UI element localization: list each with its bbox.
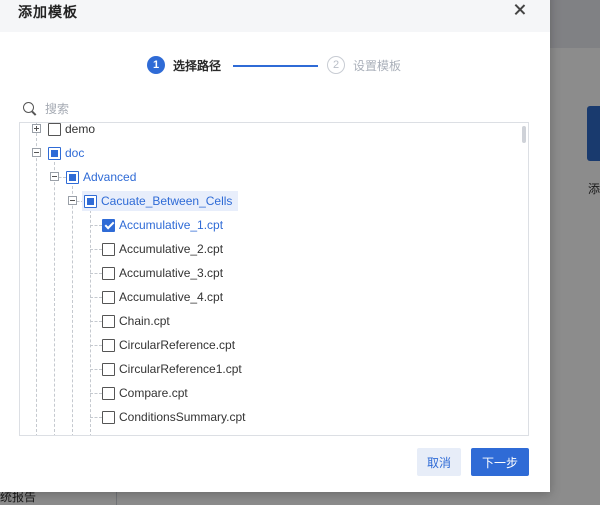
tree-guide: [72, 181, 73, 435]
step-set-template: 2 设置模板: [327, 55, 401, 75]
tree-node-label: CircularReference1.cpt: [119, 362, 242, 376]
step-select-path: 1 选择路径: [147, 55, 221, 75]
tree-node-label: CircularReference.cpt: [119, 338, 236, 352]
tree-guide: [90, 345, 102, 346]
step-label-1: 选择路径: [173, 58, 222, 73]
close-icon[interactable]: [512, 2, 528, 18]
checkbox[interactable]: [102, 314, 115, 328]
checkbox[interactable]: [102, 338, 115, 352]
tree-guide: [54, 157, 55, 435]
tree-node-file[interactable]: Compare.cpt: [102, 383, 188, 403]
checkbox[interactable]: [102, 362, 115, 376]
search-icon: [23, 102, 37, 116]
tree-guide: [90, 225, 102, 226]
checkbox[interactable]: [66, 170, 79, 184]
tree-node-label: Advanced: [83, 170, 137, 184]
checkbox[interactable]: [48, 146, 61, 160]
tree-node-demo[interactable]: demo: [48, 122, 96, 139]
collapse-toggle-icon[interactable]: [68, 196, 77, 205]
search-input[interactable]: [45, 102, 195, 116]
tree-node-label: Accumulative_4.cpt: [119, 290, 224, 304]
tree-node-label: Accumulative_1.cpt: [119, 218, 224, 232]
step-connector: [233, 65, 318, 67]
checkbox-checked[interactable]: [102, 218, 115, 232]
tree-node-cacuate-between-cells[interactable]: Cacuate_Between_Cells: [82, 191, 239, 211]
tree-node-label: demo: [65, 122, 96, 136]
step-number-2: 2: [327, 56, 345, 74]
dialog-header: 添加模板: [0, 0, 550, 32]
tree-node-label: Cacuate_Between_Cells: [101, 194, 233, 208]
tree-guide: [90, 321, 102, 322]
tree-node-file[interactable]: Accumulative_3.cpt: [102, 263, 223, 283]
file-tree: demo doc Advanced Cacuate_Between_Cells …: [19, 122, 529, 436]
tree-node-label: Accumulative_2.cpt: [119, 242, 224, 256]
dialog-title: 添加模板: [18, 4, 78, 20]
tree-node-label: Compare.cpt: [119, 386, 188, 400]
checkbox[interactable]: [102, 242, 115, 256]
tree-node-file[interactable]: Accumulative_2.cpt: [102, 239, 223, 259]
tree-node-label: doc: [65, 146, 85, 160]
tree-node-file[interactable]: Chain.cpt: [102, 311, 170, 331]
collapse-toggle-icon[interactable]: [50, 172, 59, 181]
tree-guide: [36, 123, 37, 435]
tree-node-advanced[interactable]: Advanced: [66, 167, 136, 187]
tree-guide: [90, 273, 102, 274]
checkbox[interactable]: [102, 266, 115, 280]
tree-node-label: Chain.cpt: [119, 314, 170, 328]
tree-node-file[interactable]: CircularReference1.cpt: [102, 359, 242, 379]
step-number-1: 1: [147, 56, 165, 74]
tree-guide: [90, 417, 102, 418]
expand-toggle-icon[interactable]: [32, 124, 41, 133]
tree-node-label: ConditionsSummary.cpt: [119, 410, 246, 424]
checkbox[interactable]: [102, 290, 115, 304]
checkbox[interactable]: [48, 123, 61, 136]
tree-node-file[interactable]: Accumulative_4.cpt: [102, 287, 223, 307]
search-bar: [23, 100, 223, 118]
tree-scrollbar[interactable]: [522, 126, 526, 143]
tree-node-file[interactable]: Accumulative_1.cpt: [102, 215, 223, 235]
tree-node-file[interactable]: ConditionsSummary.cpt: [102, 407, 246, 427]
checkbox[interactable]: [102, 386, 115, 400]
tree-node-doc[interactable]: doc: [48, 143, 84, 163]
tree-guide: [90, 297, 102, 298]
next-step-button[interactable]: 下一步: [471, 448, 529, 476]
tree-guide: [90, 393, 102, 394]
checkbox[interactable]: [84, 194, 97, 208]
add-template-dialog: 添加模板 1 选择路径 2 设置模板 搜索 demo doc Advanced …: [0, 0, 550, 492]
cancel-button[interactable]: 取消: [417, 448, 461, 476]
tree-node-label: Accumulative_3.cpt: [119, 266, 224, 280]
tree-guide: [90, 369, 102, 370]
checkbox[interactable]: [102, 410, 115, 424]
step-label-2: 设置模板: [353, 58, 402, 73]
tree-node-file[interactable]: CircularReference.cpt: [102, 335, 235, 355]
collapse-toggle-icon[interactable]: [32, 148, 41, 157]
tree-guide: [90, 249, 102, 250]
